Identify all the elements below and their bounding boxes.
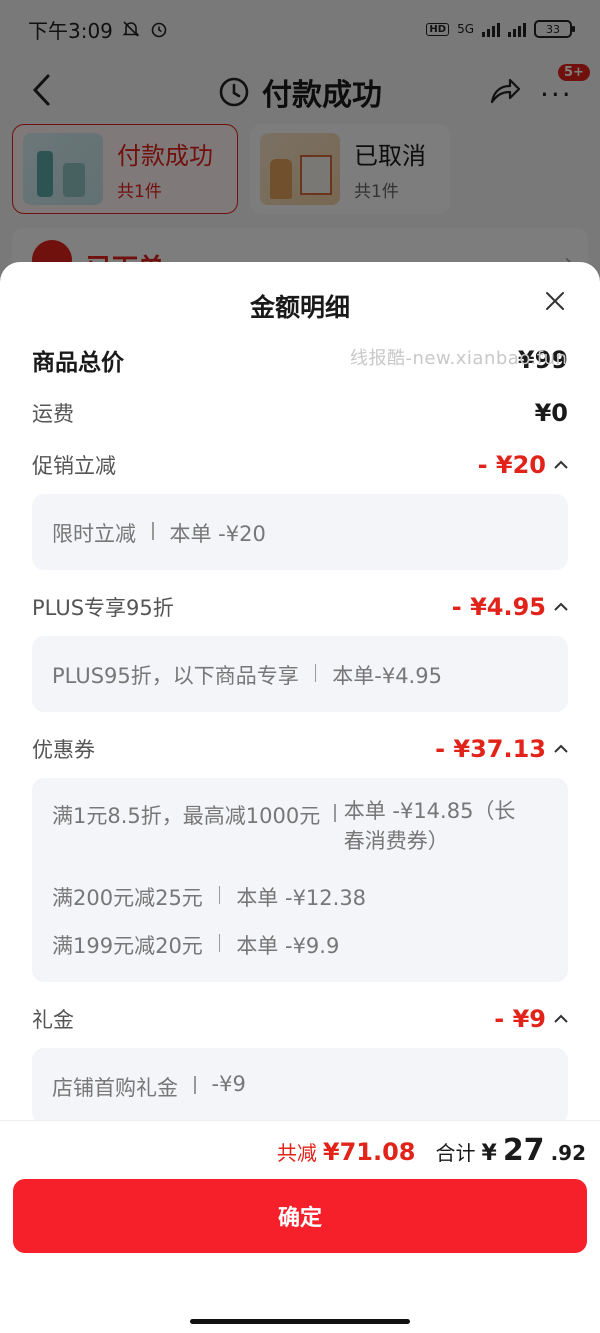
plus-item-amount: 本单-¥4.95 — [332, 664, 442, 688]
plus-detail-line: PLUS95折，以下商品专享 本单-¥4.95 — [52, 660, 442, 690]
plus-label: PLUS专享95折 — [32, 596, 174, 620]
totals-summary: 共减 ¥71.08 合计 ¥27.92 — [277, 1133, 586, 1168]
gift-item-amount: -¥9 — [211, 1072, 246, 1096]
chevron-up-icon[interactable] — [554, 602, 568, 612]
gift-row[interactable]: 礼金 - ¥9 — [32, 1002, 568, 1036]
plus-value: - ¥4.95 — [451, 593, 546, 621]
confirm-button[interactable]: 确定 — [13, 1179, 587, 1253]
gift-value: - ¥9 — [494, 1005, 546, 1033]
promo-detail-line: 限时立减 本单 -¥20 — [52, 518, 266, 548]
plus-row[interactable]: PLUS专享95折 - ¥4.95 — [32, 590, 568, 624]
coupon-detail-line: 满199元减20元 本单 -¥9.9 — [52, 930, 339, 960]
sheet-title: 金额明细 — [249, 293, 350, 322]
divider — [218, 934, 221, 952]
sheet-footer: 共减 ¥71.08 合计 ¥27.92 确定 — [0, 1120, 600, 1333]
coupon-item-amount: 本单 -¥12.38 — [236, 886, 367, 910]
promo-item-amount: 本单 -¥20 — [169, 522, 266, 546]
promo-row[interactable]: 促销立减 - ¥20 — [32, 448, 568, 482]
coupon-label: 优惠券 — [32, 738, 95, 762]
coupon-item-name: 满199元减20元 — [52, 934, 203, 958]
promo-detail: 限时立减 本单 -¥20 — [32, 494, 568, 570]
chevron-up-icon[interactable] — [554, 744, 568, 754]
discount-value: ¥71.08 — [322, 1138, 416, 1166]
divider — [152, 522, 154, 540]
chevron-up-icon[interactable] — [554, 460, 568, 470]
shipping-label: 运费 — [32, 402, 74, 426]
coupon-row[interactable]: 优惠券 - ¥37.13 — [32, 732, 568, 766]
gift-item-name: 店铺首购礼金 — [52, 1076, 178, 1100]
gift-label: 礼金 — [32, 1008, 74, 1032]
divider — [194, 1076, 196, 1094]
shipping-value: ¥0 — [534, 399, 568, 427]
shipping-row: 运费 ¥0 — [32, 396, 568, 430]
promo-value: - ¥20 — [477, 451, 546, 479]
divider — [314, 664, 317, 682]
promo-label: 促销立减 — [32, 454, 116, 478]
total-price-label: 商品总价 — [32, 350, 124, 376]
coupon-item-amount: 本单 -¥14.85（长 — [343, 799, 516, 823]
plus-detail: PLUS95折，以下商品专享 本单-¥4.95 — [32, 636, 568, 712]
coupon-item-amount: 本单 -¥9.9 — [236, 934, 340, 958]
promo-item-name: 限时立减 — [52, 522, 136, 546]
gift-detail: 店铺首购礼金 -¥9 — [32, 1048, 568, 1122]
coupon-item-name: 满1元8.5折，最高减1000元 — [52, 804, 321, 828]
coupon-item-name: 满200元减25元 — [52, 886, 203, 910]
plus-item-name: PLUS95折，以下商品专享 — [52, 664, 299, 688]
total-label: 合计 — [435, 1141, 476, 1165]
modal-overlay[interactable] — [0, 0, 600, 300]
total-integer: 27 — [502, 1133, 545, 1168]
coupon-value: - ¥37.13 — [435, 735, 546, 763]
coupon-detail: 满1元8.5折，最高减1000元 本单 -¥14.85（长 春消费券） 满200… — [32, 778, 568, 982]
home-indicator[interactable] — [190, 1319, 410, 1324]
sheet-header: 金额明细 — [0, 262, 600, 348]
coupon-detail-line: 满200元减25元 本单 -¥12.38 — [52, 882, 366, 912]
close-icon[interactable] — [540, 286, 570, 316]
gift-detail-line: 店铺首购礼金 -¥9 — [52, 1072, 246, 1102]
detail-scroll-area[interactable]: 商品总价 ¥99 线报酷-new.xianbao.fun 运费 ¥0 促销立减 … — [0, 348, 600, 1122]
coupon-detail-line: 满1元8.5折，最高减1000元 本单 -¥14.85（长 春消费券） — [52, 799, 532, 856]
total-currency: ¥ — [481, 1141, 497, 1166]
chevron-up-icon[interactable] — [554, 1014, 568, 1024]
coupon-item-amount-cont: 春消费券） — [343, 829, 449, 853]
divider — [218, 886, 221, 904]
watermark: 线报酷-new.xianbao.fun — [350, 348, 568, 369]
divider — [334, 804, 336, 822]
total-decimal: .92 — [550, 1141, 586, 1165]
discount-label: 共减 — [276, 1141, 317, 1165]
